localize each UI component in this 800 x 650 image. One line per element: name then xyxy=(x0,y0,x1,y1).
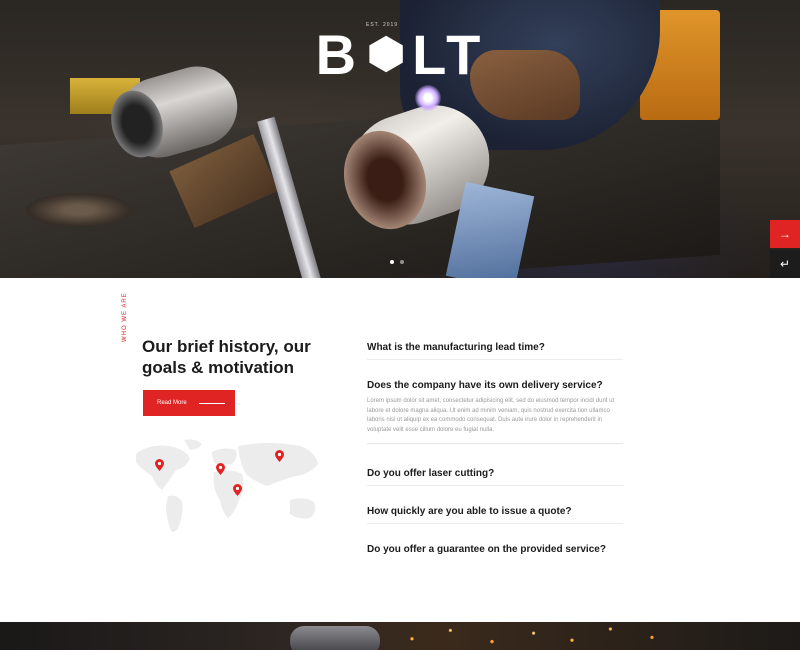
faq-question[interactable]: What is the manufacturing lead time? xyxy=(367,336,623,359)
faq-item[interactable]: What is the manufacturing lead time? xyxy=(367,336,623,360)
slider-dot-active[interactable] xyxy=(390,260,394,264)
faq-question[interactable]: Does the company have its own delivery s… xyxy=(367,374,623,397)
slider-dots xyxy=(390,260,404,264)
faq-answer: Lorem ipsum dolor sit amet, consectetur … xyxy=(367,398,615,433)
bottom-banner-image xyxy=(0,622,800,650)
faq-item-open[interactable]: Does the company have its own delivery s… xyxy=(367,374,623,445)
faq-question[interactable]: How quickly are you able to issue a quot… xyxy=(367,500,623,523)
map-pin-icon[interactable] xyxy=(216,463,225,475)
read-more-label: Read More xyxy=(157,400,187,406)
world-map-icon xyxy=(136,439,318,532)
back-arrow-button[interactable]: ↵ xyxy=(770,250,800,278)
slider-dot[interactable] xyxy=(400,260,404,264)
arrow-line-icon xyxy=(198,402,225,404)
hero-banner: EST. 2019 B LT → ↵ xyxy=(0,0,800,278)
page-title: Our brief history, our goals & motivatio… xyxy=(142,337,311,377)
map-pin-icon[interactable] xyxy=(233,484,242,496)
world-map xyxy=(128,436,332,548)
read-more-button[interactable]: Read More xyxy=(143,390,235,416)
logo-text-right: LT xyxy=(412,22,485,86)
site-logo[interactable]: B LT xyxy=(302,23,498,86)
logo-text-left: B xyxy=(315,22,361,86)
weld-spark-image xyxy=(415,85,441,111)
faq-item[interactable]: Do you offer a guarantee on the provided… xyxy=(367,538,623,561)
faq-accordion: What is the manufacturing lead time? Doe… xyxy=(367,336,623,561)
map-pin-icon[interactable] xyxy=(275,450,284,462)
next-slide-button[interactable]: → xyxy=(770,220,800,248)
faq-item[interactable]: Do you offer laser cutting? xyxy=(367,462,623,487)
section-eyebrow: WHO WE ARE xyxy=(122,292,128,342)
sparks-image xyxy=(380,622,700,650)
faq-item[interactable]: How quickly are you able to issue a quot… xyxy=(367,500,623,525)
grinder-image xyxy=(290,626,380,650)
grinding-disc-image xyxy=(26,193,132,227)
faq-question[interactable]: Do you offer laser cutting? xyxy=(367,462,623,485)
map-pin-icon[interactable] xyxy=(155,459,164,471)
faq-question[interactable]: Do you offer a guarantee on the provided… xyxy=(367,538,623,561)
hexagon-icon xyxy=(369,35,403,73)
